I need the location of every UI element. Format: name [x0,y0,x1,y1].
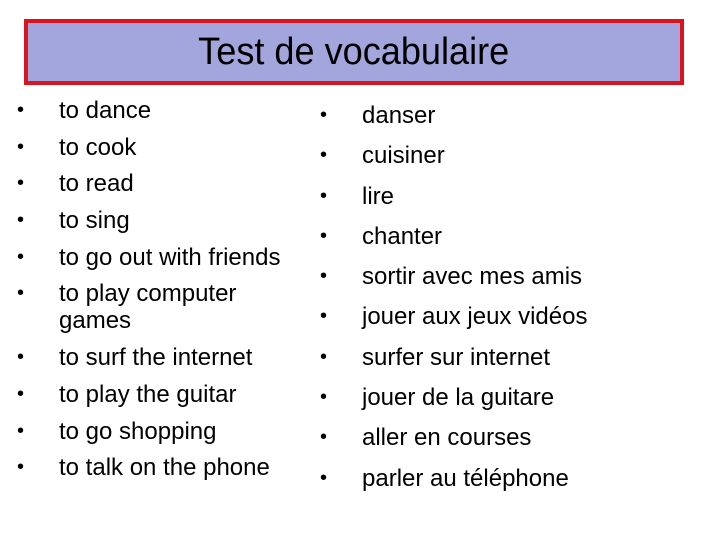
bullet-icon: • [17,419,25,442]
bullet-icon: • [17,172,25,195]
bullet-icon: • [320,386,328,409]
bullet-icon: • [320,426,328,449]
english-term: to go out with friends [59,243,281,271]
list-item: • jouer de la guitare [318,384,648,411]
english-term: to surf the internet [59,344,253,372]
list-item: • to go out with friends [15,244,315,271]
bullet-icon: • [320,466,328,489]
french-term: aller en courses [362,424,532,452]
bullet-icon: • [17,135,25,158]
english-vocab-list: • to dance • to cook • to read • to sing • to… [15,97,315,491]
slide-title: Test de vocabulaire [198,31,510,73]
french-term: jouer de la guitare [362,384,555,412]
bullet-icon: • [17,209,25,232]
bullet-icon: • [17,382,25,405]
list-item: • lire [318,183,648,210]
list-item: • to play computer games [15,280,315,334]
slide-title-box: Test de vocabulaire [24,19,684,85]
english-term: to sing [59,207,130,235]
list-item: • to cook [15,134,315,161]
list-item: • to read [15,170,315,197]
french-term: danser [362,102,436,129]
french-term: parler au téléphone [362,464,569,492]
bullet-icon: • [320,345,328,368]
french-term: sortir avec mes amis [362,263,583,291]
bullet-icon: • [17,282,25,305]
list-item: • surfer sur internet [318,344,648,371]
list-item: • aller en courses [318,424,648,451]
bullet-icon: • [17,99,25,121]
english-term: to read [59,170,134,198]
list-item: • to go shopping [15,418,315,445]
french-term: lire [362,182,395,210]
french-term: jouer aux jeux vidéos [362,303,588,331]
list-item: • to play the guitar [15,381,315,408]
english-term: to play computer games [59,280,237,335]
french-term: cuisiner [362,142,445,170]
bullet-icon: • [320,305,328,328]
bullet-icon: • [320,144,328,167]
english-term: to play the guitar [59,380,237,408]
bullet-icon: • [17,245,25,268]
list-item: • to surf the internet [15,344,315,371]
bullet-icon: • [17,346,25,369]
french-term: chanter [362,222,443,250]
bullet-icon: • [320,265,328,288]
list-item: • chanter [318,223,648,250]
bullet-icon: • [320,104,328,126]
bullet-icon: • [320,184,328,207]
list-item: • sortir avec mes amis [318,263,648,290]
french-term: surfer sur internet [362,343,551,371]
list-item: • danser [318,102,648,129]
french-vocab-list: • danser • cuisiner • lire • chanter • sortir… [318,102,648,505]
list-item: • cuisiner [318,142,648,169]
list-item: • parler au téléphone [318,465,648,492]
english-term: to cook [59,133,137,161]
bullet-icon: • [17,456,25,479]
list-item: • to talk on the phone [15,454,315,481]
list-item: • to sing [15,207,315,234]
english-term: to talk on the phone [59,454,270,482]
list-item: • jouer aux jeux vidéos [318,303,648,330]
list-item: • to dance [15,97,315,124]
english-term: to go shopping [59,417,217,445]
english-term: to dance [59,97,152,124]
bullet-icon: • [320,224,328,247]
